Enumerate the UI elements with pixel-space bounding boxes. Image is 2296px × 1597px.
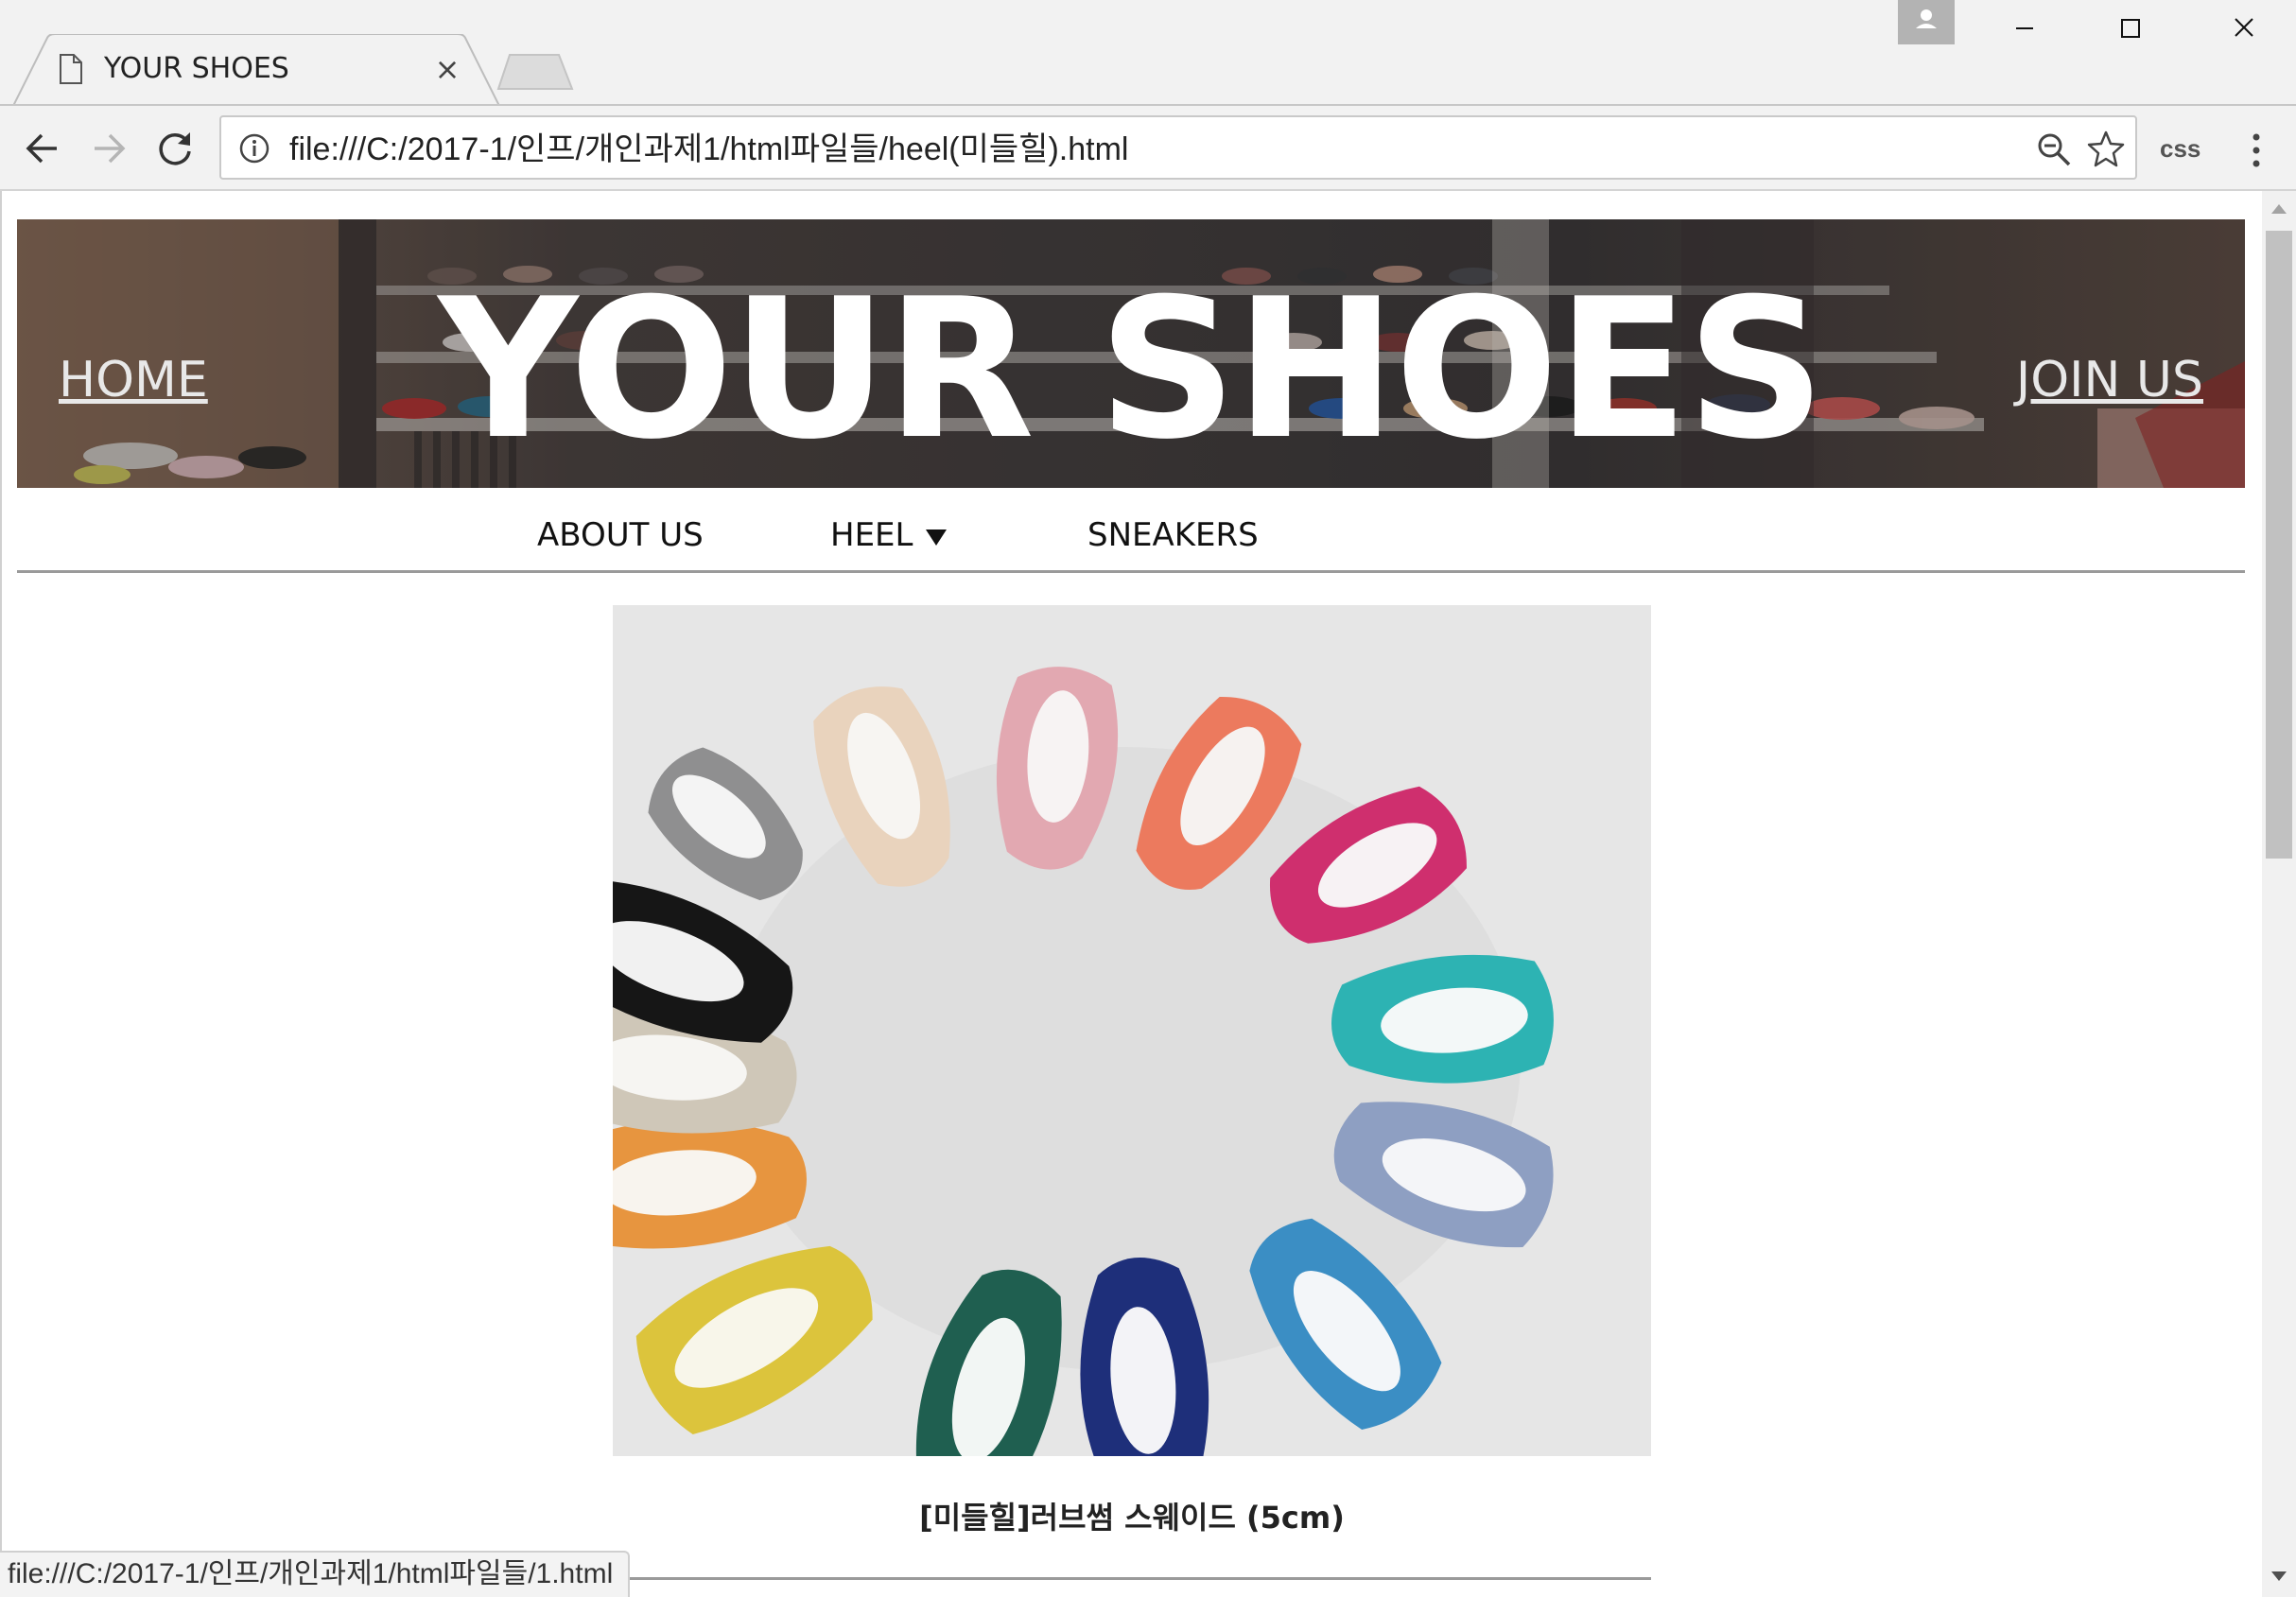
nav-item-heel[interactable]: HEEL bbox=[830, 516, 948, 554]
nav-item-sneakers[interactable]: SNEAKERS bbox=[1087, 516, 1259, 554]
product-name[interactable]: [미들힐]러브썸 스웨이드 (5cm) bbox=[613, 1494, 1651, 1537]
scroll-down-icon[interactable] bbox=[2270, 1570, 2288, 1583]
tab-close-icon[interactable]: × bbox=[433, 54, 461, 84]
profile-icon bbox=[1916, 9, 1937, 28]
page-viewport: HOME YOUR SHOES JOIN US ABOUT US HEEL SN… bbox=[0, 191, 2262, 1597]
header-banner: HOME YOUR SHOES JOIN US bbox=[17, 219, 2245, 488]
scrollbar-thumb[interactable] bbox=[2266, 231, 2292, 859]
site-title: YOUR SHOES bbox=[438, 258, 1826, 482]
browser-titlebar: YOUR SHOES × bbox=[0, 0, 2296, 106]
caret-down-icon bbox=[926, 529, 948, 546]
page-scrollbar[interactable] bbox=[2262, 191, 2296, 1597]
address-bar[interactable]: file:///C:/2017-1/인프/개인과제1/html파일들/heel(… bbox=[219, 115, 2137, 180]
nav-item-about-us[interactable]: ABOUT US bbox=[537, 516, 704, 554]
browser-toolbar: file:///C:/2017-1/인프/개인과제1/html파일들/heel(… bbox=[0, 104, 2296, 191]
profile-button[interactable] bbox=[1898, 0, 1955, 44]
zoom-icon[interactable] bbox=[2035, 130, 2073, 168]
reload-icon[interactable] bbox=[151, 125, 199, 172]
menu-icon[interactable] bbox=[2243, 127, 2270, 174]
info-icon[interactable] bbox=[238, 132, 270, 165]
tab-title: YOUR SHOES bbox=[104, 52, 289, 85]
scroll-up-icon[interactable] bbox=[2270, 202, 2288, 216]
product-divider bbox=[613, 1577, 1651, 1580]
window-close-icon[interactable] bbox=[2190, 0, 2296, 55]
join-us-link[interactable]: JOIN US bbox=[2016, 352, 2203, 408]
back-icon[interactable] bbox=[19, 125, 66, 172]
status-bar-url: file:///C:/2017-1/인프/개인과제1/html파일들/1.htm… bbox=[0, 1551, 631, 1597]
maximize-icon[interactable] bbox=[2077, 0, 2183, 55]
main-nav: ABOUT US HEEL SNEAKERS bbox=[17, 488, 2245, 573]
nav-item-heel-label: HEEL bbox=[830, 516, 913, 554]
product-image[interactable] bbox=[613, 605, 1651, 1456]
minimize-icon[interactable] bbox=[1971, 0, 2077, 55]
new-tab-button[interactable] bbox=[496, 53, 574, 91]
css-extension-button[interactable]: css bbox=[2160, 134, 2200, 164]
forward-icon[interactable] bbox=[85, 125, 132, 172]
url-text[interactable]: file:///C:/2017-1/인프/개인과제1/html파일들/heel(… bbox=[289, 130, 1128, 168]
shoe-circle-photo bbox=[613, 605, 1651, 1456]
star-icon[interactable] bbox=[2086, 129, 2126, 168]
page-icon bbox=[60, 54, 82, 84]
